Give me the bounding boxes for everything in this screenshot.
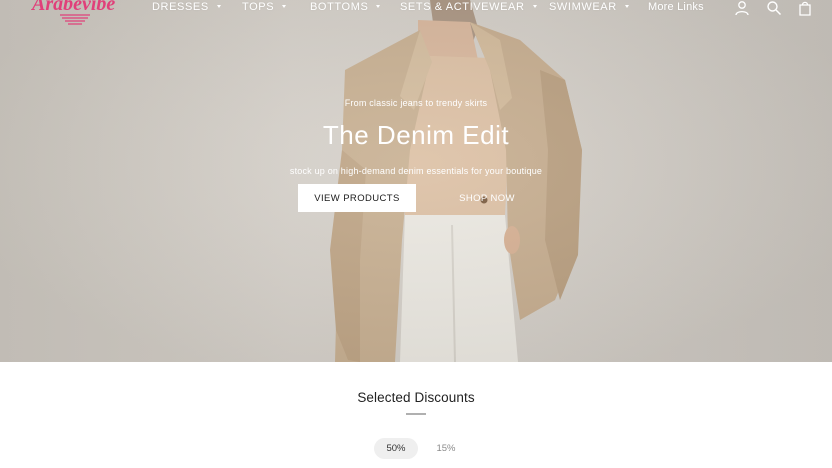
shop-now-button[interactable]: SHOP NOW (428, 184, 546, 212)
chevron-down-icon (216, 5, 221, 8)
section-divider (406, 413, 426, 415)
chevron-down-icon (532, 5, 537, 8)
hero-banner (0, 0, 832, 362)
nav-item-tops[interactable]: TOPS (242, 1, 287, 14)
hero-title: The Denim Edit (322, 120, 510, 150)
chevron-down-icon (282, 5, 287, 8)
hero-image (330, 0, 582, 362)
nav-item-bottoms[interactable]: BOTTOMS (310, 1, 381, 14)
tab-50-percent[interactable]: 50% (374, 438, 418, 459)
search-icon[interactable] (766, 0, 782, 16)
nav-item-sets-activewear[interactable]: SETS & ACTIVEWEAR (400, 1, 537, 14)
view-products-button[interactable]: VIEW PRODUCTS (298, 184, 416, 212)
chevron-down-icon (624, 5, 629, 8)
section-title: Selected Discounts (357, 390, 475, 405)
chevron-down-icon (376, 5, 381, 8)
hero-eyebrow: From classic jeans to trendy skirts (344, 98, 488, 108)
brand-logo[interactable]: Arabevibe (30, 0, 120, 30)
nav-item-swimwear[interactable]: SWIMWEAR (549, 1, 629, 14)
cart-icon[interactable] (797, 0, 813, 16)
nav-item-dresses[interactable]: DRESSES (152, 1, 221, 14)
tab-15-percent[interactable]: 15% (428, 438, 464, 459)
svg-text:Arabevibe: Arabevibe (30, 0, 115, 15)
account-icon[interactable] (734, 0, 750, 16)
nav-item-more-links[interactable]: More Links (648, 1, 704, 14)
hero-subtitle: stock up on high-demand denim essentials… (289, 166, 543, 176)
top-navigation: Arabevibe DRESSES TOPS BOTTOMS SETS & AC… (0, 0, 832, 25)
